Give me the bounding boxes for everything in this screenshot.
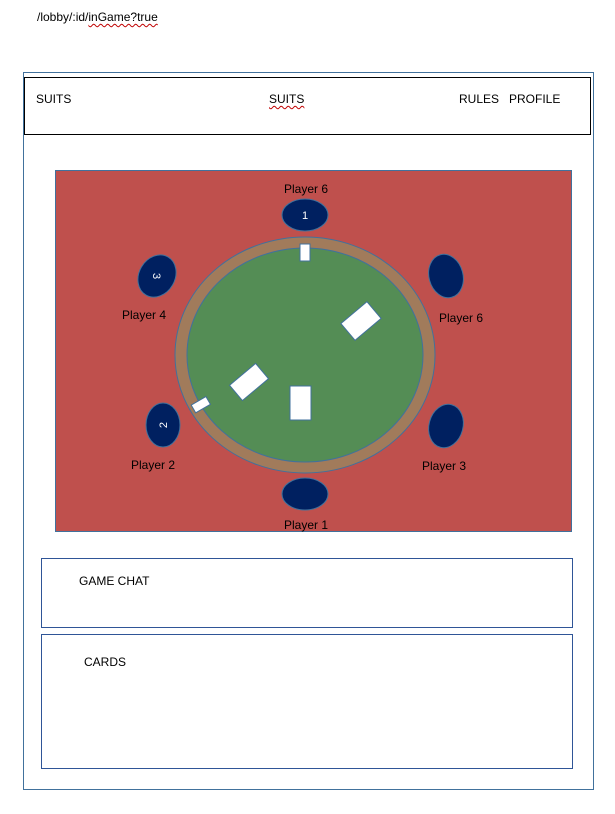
seat-label-lower-right: Player 3	[422, 459, 467, 473]
seat-number: 1	[302, 210, 308, 222]
seat-lower-right[interactable]	[424, 400, 468, 451]
nav-profile-link[interactable]: PROFILE	[509, 92, 560, 106]
route-ingame: inGame?true	[88, 10, 158, 24]
card-top[interactable]	[299, 243, 311, 262]
game-board: 1 3 2 Player 6 Player 4 Player 6 Player …	[55, 170, 572, 532]
url-route: /lobby/:id/inGame?true	[37, 10, 158, 24]
cards-panel[interactable]: CARDS	[41, 634, 573, 769]
nav-title[interactable]: SUITS	[269, 92, 304, 106]
seat-top[interactable]: 1	[281, 198, 329, 232]
table-graphic: 1 3 2	[130, 198, 468, 511]
seat-upper-left[interactable]: 3	[130, 248, 183, 304]
brand-logo[interactable]: SUITS	[36, 92, 71, 106]
route-prefix: /lobby/:id/	[37, 10, 89, 24]
cards-title: CARDS	[84, 655, 127, 669]
seat-upper-right[interactable]	[424, 250, 468, 301]
table-felt	[186, 247, 424, 463]
card-center[interactable]	[289, 385, 312, 421]
seat-label-upper-left: Player 4	[122, 308, 167, 322]
seat-label-top: Player 6	[284, 182, 329, 196]
seat-label-bottom: Player 1	[284, 518, 329, 532]
navbar: SUITS SUITS RULES PROFILE	[24, 77, 591, 135]
seat-label-lower-left: Player 2	[131, 458, 176, 472]
game-chat-panel[interactable]: GAME CHAT	[41, 558, 573, 628]
seat-bottom[interactable]	[281, 477, 329, 511]
nav-rules-link[interactable]: RULES	[459, 92, 499, 106]
seat-lower-left[interactable]: 2	[145, 402, 181, 448]
seat-number: 2	[158, 422, 170, 428]
game-chat-title: GAME CHAT	[79, 574, 150, 588]
seat-number: 3	[150, 273, 162, 279]
seat-label-upper-right: Player 6	[439, 311, 484, 325]
